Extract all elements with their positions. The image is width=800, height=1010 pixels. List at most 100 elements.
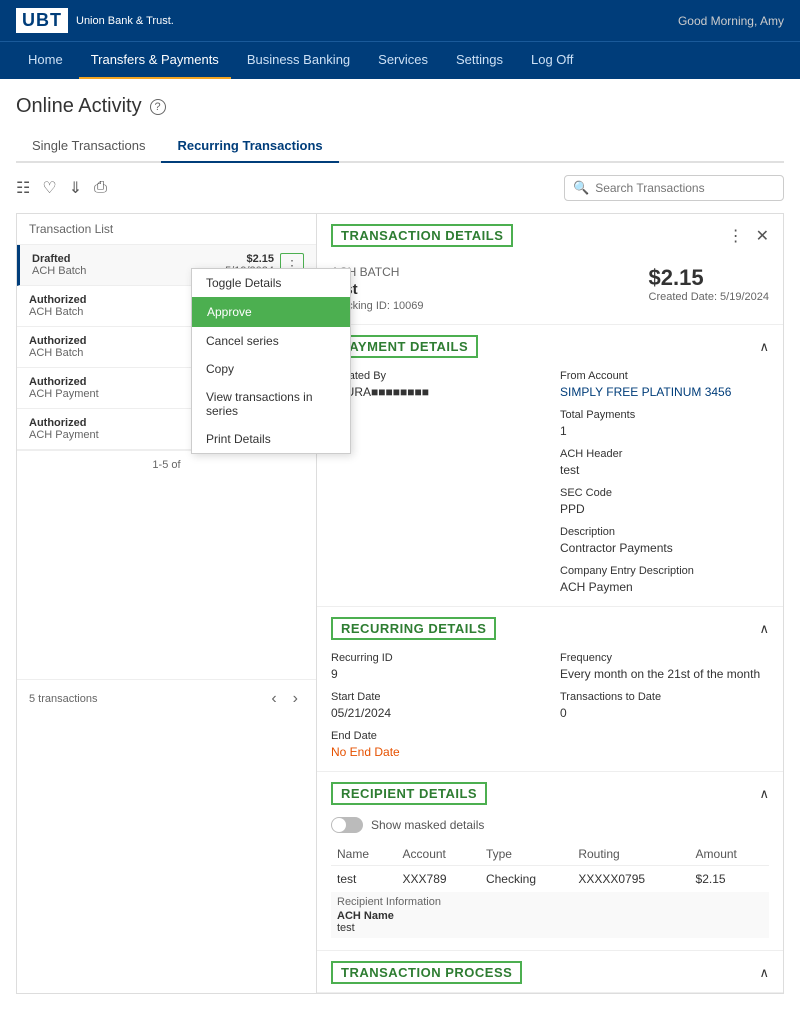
tx-detail-created: Created Date: 5/19/2024 [649,291,769,303]
frequency-value: Every month on the 21st of the month [560,667,760,681]
nav-logoff[interactable]: Log Off [519,42,585,79]
tx-detail-amount-row: ACH BATCH test Tracking ID: 10069 $2.15 … [331,265,769,312]
pagination-arrows: ‹ › [265,688,304,710]
recipient-details-collapse-icon[interactable]: ∧ [759,786,769,802]
menu-copy[interactable]: Copy [192,355,350,383]
nav-settings[interactable]: Settings [444,42,515,79]
recipient-details-body: Show masked details Name Account Type Ro… [317,813,783,950]
transaction-details-header: TRANSACTION DETAILS ⋮ ✕ [317,214,783,257]
total-payments-field: Total Payments 1 [560,409,769,438]
col-type: Type [480,843,572,866]
close-icon[interactable]: ✕ [756,226,769,246]
payment-details-collapse-icon[interactable]: ∧ [759,339,769,355]
transaction-list: Transaction List Drafted ACH Batch $2.15… [16,213,316,994]
payment-details-body: Created By LAURA■■■■■■■■ From Account SI… [317,366,783,606]
page-title: Online Activity [16,95,142,118]
start-date-label: Start Date [331,691,540,703]
tab-bar: Single Transactions Recurring Transactio… [16,130,784,163]
favorite-icon[interactable]: ♡ [42,178,56,198]
sec-code-field: SEC Code PPD [560,487,769,516]
start-date-field: Start Date 05/21/2024 [331,691,540,720]
toggle-row: Show masked details [331,817,769,833]
masked-details-label: Show masked details [371,818,484,832]
download-icon[interactable]: ⇓ [69,178,82,198]
description-value: Contractor Payments [560,541,673,555]
toolbar: ☷ ♡ ⇓ ⎙ 🔍 [16,175,784,201]
filter-icon[interactable]: ☷ [16,178,30,198]
recipient-account: XXX789 [397,866,480,893]
recurring-id-label: Recurring ID [331,652,540,664]
recipient-name: test [331,866,397,893]
bank-name: Union Bank & Trust. [76,15,174,27]
recipient-row: test XXX789 Checking XXXXX0795 $2.15 [331,866,769,893]
ach-header-field: ACH Header test [560,448,769,477]
end-date-label: End Date [331,730,540,742]
page-title-row: Online Activity ? [16,95,784,118]
masked-details-toggle[interactable] [331,817,363,833]
transaction-details-body: ACH BATCH test Tracking ID: 10069 $2.15 … [317,257,783,325]
menu-approve[interactable]: Approve [192,297,350,327]
recipient-info-cell: Recipient Information ACH Name test [331,892,769,938]
search-box[interactable]: 🔍 [564,175,784,201]
page-content: Online Activity ? Single Transactions Re… [0,79,800,1010]
tx-amount: $2.15 [225,253,274,265]
ach-name-label: ACH Name [337,910,763,922]
top-bar: UBT Union Bank & Trust. Good Morning, Am… [0,0,800,41]
recipient-details-section: RECIPIENT DETAILS ∧ Show masked details … [317,772,783,951]
prev-page-button[interactable]: ‹ [265,688,282,710]
recurring-details-title: RECURRING DETAILS [331,617,496,640]
col-name: Name [331,843,397,866]
nav-business[interactable]: Business Banking [235,42,362,79]
recipient-table: Name Account Type Routing Amount test XX… [331,843,769,938]
nav-services[interactable]: Services [366,42,440,79]
help-icon[interactable]: ? [150,99,166,115]
recurring-details-collapse-icon[interactable]: ∧ [759,621,769,637]
payment-details-title: PAYMENT DETAILS [331,335,478,358]
logo-area: UBT Union Bank & Trust. [16,8,174,33]
col-routing: Routing [572,843,689,866]
from-account-value: SIMPLY FREE PLATINUM 3456 [560,385,731,399]
context-menu: Toggle Details Approve Cancel series Cop… [191,268,351,454]
created-by-label: Created By [331,370,540,382]
from-account-label: From Account [560,370,769,382]
menu-cancel-series[interactable]: Cancel series [192,327,350,355]
payment-details-section: PAYMENT DETAILS ∧ Created By LAURA■■■■■■… [317,325,783,607]
total-payments-label: Total Payments [560,409,769,421]
recipient-type: Checking [480,866,572,893]
print-icon[interactable]: ⎙ [94,179,107,197]
total-payments-value: 1 [560,424,567,438]
menu-view-series[interactable]: View transactions in series [192,383,350,425]
nav-home[interactable]: Home [16,42,75,79]
tx-detail-right: $2.15 Created Date: 5/19/2024 [649,265,769,303]
tab-recurring-transactions[interactable]: Recurring Transactions [161,130,338,163]
toolbar-left: ☷ ♡ ⇓ ⎙ [16,178,107,198]
description-label: Description [560,526,769,538]
section-actions: ⋮ ✕ [728,226,769,246]
ach-name-value: test [337,922,763,934]
pagination-count: 5 transactions [29,693,97,705]
recipient-routing: XXXXX0795 [572,866,689,893]
recurring-id-field: Recurring ID 9 [331,652,540,681]
transaction-process-title: TRANSACTION PROCESS [331,961,522,984]
main-layout: Transaction List Drafted ACH Batch $2.15… [16,213,784,994]
nav-transfers[interactable]: Transfers & Payments [79,42,231,79]
description-field: Description Contractor Payments [560,526,769,555]
next-page-button[interactable]: › [287,688,304,710]
greeting: Good Morning, Amy [678,14,784,28]
recurring-details-body: Recurring ID 9 Frequency Every month on … [317,648,783,771]
nav-bar: Home Transfers & Payments Business Banki… [0,41,800,79]
transactions-to-date-value: 0 [560,706,567,720]
recurring-id-value: 9 [331,667,338,681]
frequency-field: Frequency Every month on the 21st of the… [560,652,769,681]
tab-single-transactions[interactable]: Single Transactions [16,130,161,163]
transaction-process-header: TRANSACTION PROCESS ∧ [317,951,783,992]
sec-code-label: SEC Code [560,487,769,499]
menu-print-details[interactable]: Print Details [192,425,350,453]
transaction-process-collapse-icon[interactable]: ∧ [759,965,769,981]
transaction-details-title: TRANSACTION DETAILS [331,224,513,247]
search-input[interactable] [595,181,775,195]
end-date-value: No End Date [331,745,400,759]
more-options-icon[interactable]: ⋮ [728,226,744,246]
menu-toggle-details[interactable]: Toggle Details [192,269,350,297]
company-entry-value: ACH Paymen [560,580,633,594]
